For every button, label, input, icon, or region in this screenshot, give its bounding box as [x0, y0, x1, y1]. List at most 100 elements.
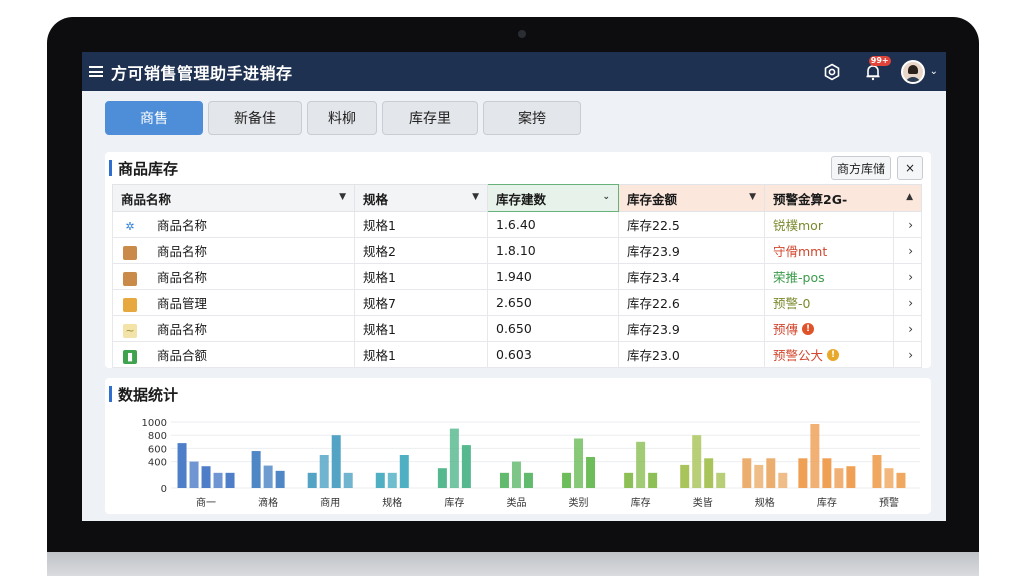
- user-avatar[interactable]: [900, 59, 925, 84]
- chart-bar: [225, 472, 235, 488]
- spec-cell: 规格1: [354, 211, 488, 238]
- chevron-down-icon: ▼: [749, 192, 756, 202]
- chart-bar: [331, 435, 341, 488]
- table-row[interactable]: ~ 商品名称 规格1 0.650 库存23.9 预傳! ›: [112, 315, 922, 342]
- chart-bar: [896, 472, 906, 488]
- chart-bar: [263, 465, 273, 488]
- chart-bar: [343, 472, 353, 488]
- tab-materials[interactable]: 料柳: [307, 101, 377, 135]
- status-cell: 预警公大!: [764, 341, 894, 368]
- settings-icon[interactable]: [823, 63, 841, 81]
- spec-cell: 规格1: [354, 341, 488, 368]
- status-cell: 守傦mmt: [764, 237, 894, 264]
- chart-bar: [822, 458, 832, 488]
- chevron-down-icon[interactable]: ⌄: [930, 66, 938, 77]
- notification-badge: 99+: [868, 55, 891, 66]
- hamburger-menu-icon[interactable]: [89, 66, 103, 77]
- qty-cell: 1.940: [487, 263, 619, 290]
- notification-bell-icon[interactable]: 99+: [863, 55, 891, 82]
- table-row[interactable]: ▮ 商品合额 规格1 0.603 库存23.0 预警公大! ›: [112, 341, 922, 368]
- y-tick-label: 600: [148, 444, 167, 455]
- table-row[interactable]: 商品名称 规格2 1.8.10 库存23.9 守傦mmt ›: [112, 237, 922, 264]
- chart-bar: [201, 466, 211, 488]
- row-chevron-right-icon[interactable]: ›: [893, 289, 922, 316]
- box-icon: [123, 271, 137, 286]
- y-tick-label: 400: [148, 458, 167, 469]
- product-name: 商品合额: [157, 348, 208, 363]
- chart-bar: [846, 466, 856, 488]
- amount-cell: 库存23.4: [618, 263, 765, 290]
- tab-sales[interactable]: 商售: [105, 101, 203, 135]
- tab-new[interactable]: 新备佳: [208, 101, 302, 135]
- column-label: 库存建数: [496, 191, 547, 207]
- status-cell: 荣推-pos: [764, 263, 894, 290]
- alert-icon: !: [802, 322, 815, 335]
- chart-bar: [461, 445, 471, 488]
- tab-bar: 商售 新备佳 料柳 库存里 案挎: [105, 101, 581, 135]
- status-text: 锐樸mor: [773, 218, 823, 233]
- spec-cell: 规格1: [354, 315, 488, 342]
- column-label: 商品名称: [121, 191, 172, 207]
- column-header-warning[interactable]: 预警金算2G- ▲: [764, 184, 922, 212]
- x-tick-label: 商用: [320, 496, 340, 509]
- chart-bar: [437, 468, 447, 488]
- row-chevron-right-icon[interactable]: ›: [893, 263, 922, 290]
- table-row[interactable]: 商品名称 规格1 1.940 库存23.4 荣推-pos ›: [112, 263, 922, 290]
- statistics-panel: 数据统计 1000 800 600 400 0 商一 滴格 商用 规格 库存 类品 类别 库存 类皆 规格库…: [105, 378, 931, 514]
- qty-cell: 1.6.40: [487, 211, 619, 238]
- product-name-cell: 商品名称: [112, 237, 355, 264]
- panel-actions: 商方库储 ×: [831, 156, 923, 180]
- chart-bar: [275, 470, 285, 488]
- spec-cell: 规格7: [354, 289, 488, 316]
- chart-bar: [213, 472, 223, 488]
- column-header-name[interactable]: 商品名称 ▼: [112, 184, 355, 212]
- x-tick-label: 预警: [879, 496, 899, 509]
- app-title: 方可销售管理助手进销存: [111, 63, 293, 83]
- close-button[interactable]: ×: [897, 156, 923, 180]
- status-cell: 锐樸mor: [764, 211, 894, 238]
- x-tick-label: 商一: [196, 496, 216, 509]
- inventory-table-body: ✲ 商品名称 规格1 1.6.40 库存22.5 锐樸mor › 商品名称 规格2 1.8.10 库…: [112, 211, 922, 368]
- chart-bar: [692, 435, 702, 488]
- row-chevron-right-icon[interactable]: ›: [893, 315, 922, 342]
- row-chevron-right-icon[interactable]: ›: [893, 341, 922, 368]
- product-name: 商品名称: [157, 218, 208, 233]
- table-row[interactable]: 商品管理 规格7 2.650 库存22.6 预警-0 ›: [112, 289, 922, 316]
- chart-bar: [511, 461, 521, 488]
- chart-bar: [375, 472, 385, 488]
- product-name: 商品名称: [157, 270, 208, 285]
- chart-bar: [778, 472, 788, 488]
- chart-bar: [742, 458, 752, 488]
- column-header-amount[interactable]: 库存金额 ▼: [618, 184, 765, 212]
- chart-bar: [680, 464, 690, 488]
- tab-cases[interactable]: 案挎: [483, 101, 581, 135]
- chart-bar: [586, 456, 596, 488]
- row-chevron-right-icon[interactable]: ›: [893, 211, 922, 238]
- chart-bar: [798, 458, 808, 488]
- y-tick-label: 800: [148, 431, 167, 442]
- chart-bar: [399, 455, 409, 488]
- tab-inventory[interactable]: 库存里: [382, 101, 478, 135]
- chevron-down-icon: ▼: [339, 192, 346, 202]
- chart-bar: [716, 472, 726, 488]
- column-header-spec[interactable]: 规格 ▼: [354, 184, 488, 212]
- product-name: 商品名称: [157, 244, 208, 259]
- chart-bar: [562, 472, 572, 488]
- inventory-action-button[interactable]: 商方库储: [831, 156, 891, 180]
- table-row[interactable]: ✲ 商品名称 规格1 1.6.40 库存22.5 锐樸mor ›: [112, 211, 922, 238]
- spec-cell: 规格2: [354, 237, 488, 264]
- status-text: 守傦mmt: [773, 244, 828, 259]
- chart-bar: [499, 472, 509, 488]
- chart-bar: [624, 472, 634, 488]
- amount-cell: 库存23.0: [618, 341, 765, 368]
- qty-cell: 2.650: [487, 289, 619, 316]
- sort-up-icon: ▲: [906, 192, 913, 202]
- column-header-qty[interactable]: 库存建数 ⌄: [487, 184, 619, 212]
- status-text: 预警公大: [773, 348, 824, 363]
- x-tick-label: 类品: [506, 496, 526, 509]
- row-chevron-right-icon[interactable]: ›: [893, 237, 922, 264]
- chart-bar: [449, 428, 459, 488]
- chart-bar: [872, 455, 882, 488]
- chart-bar: [251, 451, 261, 488]
- chevron-down-icon: ▼: [472, 192, 479, 202]
